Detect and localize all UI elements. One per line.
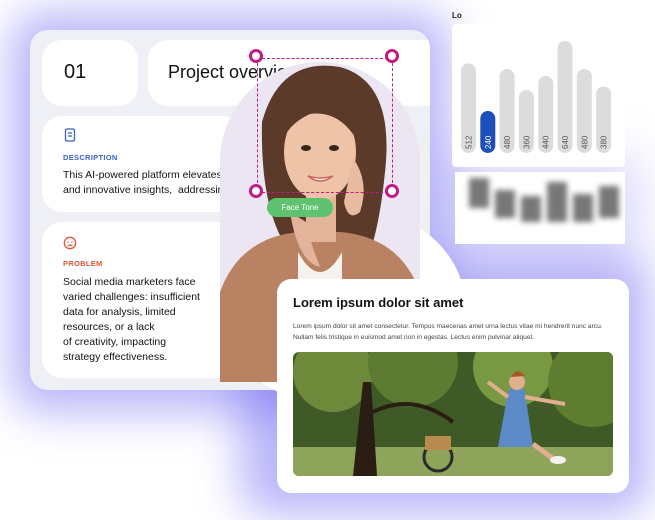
description-label: DESCRIPTION <box>63 153 118 162</box>
resize-handle-bottom-right[interactable] <box>385 184 399 198</box>
article-body: Lorem ipsum dolor sit amet consectetur. … <box>293 323 603 341</box>
bar-label: 480 <box>503 135 512 149</box>
face-tone-tag: Face Tone <box>267 198 333 217</box>
sad-face-icon <box>63 236 77 250</box>
article-card: Lorem ipsum dolor sit amet Lorem ipsum d… <box>277 279 629 493</box>
bar-chart: 512 240 480 360 440 640 480 380 <box>461 41 612 153</box>
park-photo <box>293 352 613 476</box>
bar-chart-card: 512 240 480 360 440 640 480 380 <box>452 24 625 167</box>
problem-section: PROBLEM Social media marketers face vari… <box>42 222 242 378</box>
bar-label: 440 <box>542 135 551 149</box>
problem-label: PROBLEM <box>63 259 103 268</box>
woman-dancing-in-park-image <box>293 352 613 476</box>
bar-label: 512 <box>465 135 474 149</box>
resize-handle-bottom-left[interactable] <box>249 184 263 198</box>
resize-handle-top-right[interactable] <box>385 49 399 63</box>
problem-text: Social media marketers face varied chall… <box>63 276 200 363</box>
blurred-chart <box>455 172 625 244</box>
description-text: This AI-powered platform elevates S and … <box>63 169 232 196</box>
bar-label: 240 <box>484 135 493 149</box>
article-title: Lorem ipsum dolor sit amet <box>293 295 464 310</box>
project-number-box: 01 <box>42 40 138 106</box>
bar-card-title: Lo <box>452 11 462 20</box>
bar-label: 640 <box>561 135 570 149</box>
bar-label: 380 <box>600 135 609 149</box>
document-icon <box>64 128 76 142</box>
resize-handle-top-left[interactable] <box>249 49 263 63</box>
face-selection-box[interactable] <box>257 58 393 193</box>
bar-label: 360 <box>522 135 531 149</box>
description-section: DESCRIPTION This AI-powered platform ele… <box>42 116 242 212</box>
project-number: 01 <box>64 61 87 83</box>
blurred-bars <box>469 178 619 222</box>
bar-label: 480 <box>580 135 589 149</box>
